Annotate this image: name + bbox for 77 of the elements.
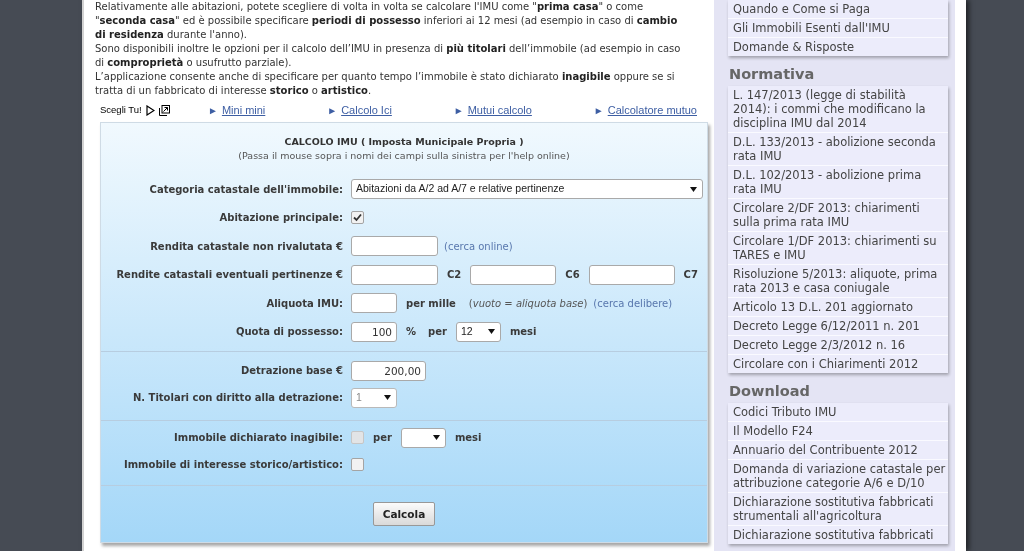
input-field[interactable]: [588, 264, 675, 285]
field-label: Aliquota IMU:: [265, 296, 343, 311]
new-window-icon[interactable]: [158, 104, 170, 116]
triangle-icon: ►: [593, 103, 604, 118]
unit-label: mesi: [508, 325, 538, 339]
checkmark-icon: [353, 213, 362, 222]
sidebar-link[interactable]: Articolo 13 D.L. 201 aggiornato: [728, 297, 948, 316]
dropdown-field[interactable]: [400, 427, 446, 448]
input-field[interactable]: [470, 264, 557, 285]
triangle-icon: ►: [453, 103, 464, 118]
intro-paragraph: L’applicazione consente anche di specificare per quanto tempo l’immobile è stato dichiarato inagibile oppure se si tratta di un fabbricato di interesse storico o artistico.: [95, 70, 676, 98]
sidebar-link[interactable]: Codici Tributo IMU: [728, 403, 948, 421]
unit-label: mesi: [453, 431, 483, 445]
sidebar-link[interactable]: Domande & Risposte: [728, 37, 948, 56]
sidebar-link[interactable]: Gli Immobili Esenti dall'IMU: [728, 18, 948, 37]
unit-label: C7: [682, 268, 699, 282]
sidebar-link[interactable]: Dichiarazione sostitutiva fabbricati: [728, 525, 948, 544]
sidebar-link[interactable]: Circolare 2/DF 2013: chiarimenti sulla prima rata IMU: [728, 198, 948, 231]
field-label: Detrazione base €: [239, 364, 343, 378]
sidebar-link[interactable]: Circolare 1/DF 2013: chiarimenti su TARES e IMU: [728, 231, 948, 264]
checkbox[interactable]: [351, 458, 364, 471]
dropdown-arrow-icon: [384, 395, 391, 400]
sidebar-heading: Normativa: [729, 66, 816, 82]
triangle-icon: ►: [208, 103, 218, 118]
field-label: Rendite catastali eventuali pertinenze €: [115, 268, 343, 282]
calculator-subtitle: (Passa il mouse sopra i nomi dei campi sulla sinistra per l'help online): [237, 149, 571, 163]
unit-label: C2: [446, 268, 463, 282]
promo-link[interactable]: ► Mutui calcolo: [453, 102, 532, 118]
unit-label: per mille: [405, 296, 457, 311]
sidebar-link[interactable]: Annuario del Contribuente 2012: [728, 440, 948, 459]
field-label: Quota di possesso:: [234, 325, 343, 339]
unit-label: per: [372, 431, 393, 445]
play-icon[interactable]: [145, 104, 155, 116]
sidebar-link[interactable]: Dichiarazione sostitutiva fabbricati strumentali all'agricoltura: [728, 492, 948, 525]
sidebar-link[interactable]: Circolare con i Chiarimenti 2012: [728, 354, 948, 373]
help-link[interactable]: (cerca online): [444, 238, 513, 254]
sidebar-link[interactable]: Domanda di variazione catastale per attribuzione categorie A/6 e D/10: [728, 459, 948, 492]
promo-link[interactable]: ► Calcolo Ici: [327, 102, 392, 118]
input-field[interactable]: [351, 293, 397, 313]
dropdown-arrow-icon: [690, 186, 697, 192]
sidebar-heading: Download: [729, 383, 811, 399]
help-link[interactable]: (cerca delibere): [593, 295, 673, 311]
sidebar-link[interactable]: Decreto Legge 6/12/2011 n. 201: [728, 316, 948, 335]
calculator-title: CALCOLO IMU ( Imposta Municipale Propria ): [283, 135, 525, 149]
input-field[interactable]: 200,00: [351, 360, 426, 381]
calculate-button[interactable]: Calcola: [372, 501, 436, 526]
promo-link[interactable]: ► Mini mini: [208, 102, 266, 118]
sidebar-link[interactable]: L. 147/2013 (legge di stabilità 2014): i commi che modificano la disciplina IMU dal 2014: [728, 86, 948, 132]
unit-label: %: [405, 325, 418, 339]
input-field[interactable]: [351, 264, 438, 285]
unit-label: per: [427, 325, 448, 339]
sidebar-link[interactable]: Risoluzione 5/2013: aliquote, prima rata 2013 e casa coniugale: [728, 264, 948, 297]
promo-link[interactable]: ► Calcolatore mutuo: [593, 102, 697, 118]
field-label: Abitazione principale:: [218, 211, 343, 225]
field-label: Immobile dichiarato inagibile:: [173, 431, 343, 445]
sidebar-link[interactable]: D.L. 102/2013 - abolizione prima rata IMU: [728, 165, 948, 198]
sidebar-link[interactable]: Decreto Legge 2/3/2012 n. 16: [728, 335, 948, 354]
intro-paragraph: Sono disponibili inoltre le opzioni per il calcolo dell’IMU in presenza di più titolari dell’immobile (ad esempio in caso di comproprietà o usufrutto parziale).: [95, 42, 682, 70]
dropdown-field[interactable]: 12: [455, 321, 501, 342]
sidebar-link[interactable]: Il Modello F24: [728, 421, 948, 440]
field-label: N. Titolari con diritto alla detrazione:: [131, 391, 343, 405]
dropdown-arrow-icon: [487, 329, 495, 334]
intro-paragraph: Relativamente alle abitazioni, potete scegliere di volta in volta se calcolare l'IMU come "prima casa" o come "seconda casa" ed è possibile specificare periodi di possesso inferiori ai 12 mesi (ad esempio in caso di cambio di residenza durante l'anno).: [95, 0, 679, 42]
checkbox[interactable]: [351, 211, 364, 224]
field-label: Rendita catastale non rivalutata €: [149, 239, 343, 254]
sidebar-link[interactable]: D.L. 133/2013 - abolizione seconda rata IMU: [728, 132, 948, 165]
input-field[interactable]: 100: [351, 321, 397, 342]
field-label: Immobile di interesse storico/artistico:: [122, 458, 343, 472]
dropdown-field[interactable]: Abitazioni da A/2 ad A/7 e relative pertinenze: [351, 179, 703, 199]
triangle-icon: ►: [327, 103, 338, 118]
hint-text: (vuoto = aliquota base): [467, 296, 588, 311]
field-label: Categoria catastale dell'immobile:: [148, 182, 343, 197]
unit-label: C6: [564, 268, 581, 282]
promo-label: Scegli Tu!: [100, 102, 142, 117]
dropdown-arrow-icon: [432, 435, 440, 440]
input-field[interactable]: [351, 236, 438, 256]
sidebar-link[interactable]: Quando e Come si Paga: [728, 0, 948, 18]
